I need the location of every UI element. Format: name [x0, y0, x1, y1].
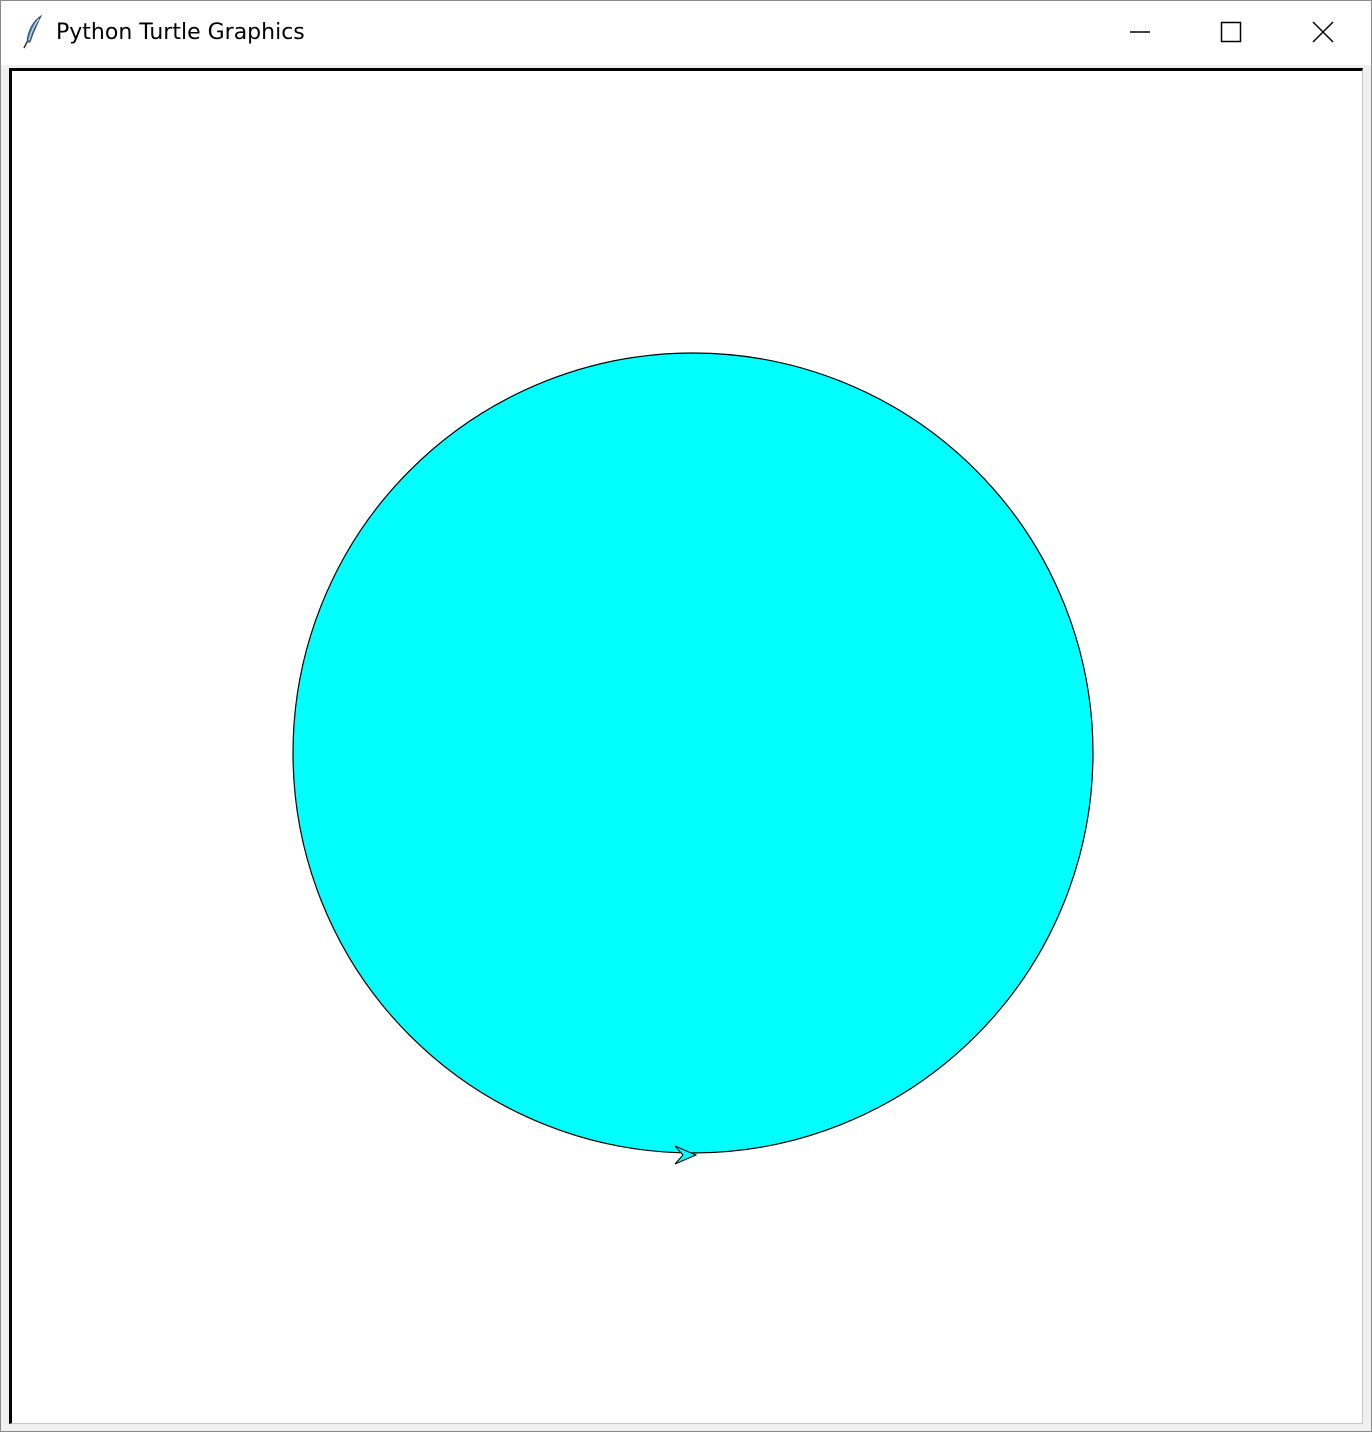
filled-circle: [292, 352, 1094, 1154]
minimize-button[interactable]: [1094, 1, 1186, 63]
maximize-button[interactable]: [1185, 1, 1277, 63]
minimize-icon: [1130, 31, 1150, 33]
window-bottom-edge: [1, 1425, 1371, 1431]
title-bar[interactable]: Python Turtle Graphics: [1, 1, 1371, 65]
maximize-icon: [1220, 21, 1242, 43]
turtle-window: Python Turtle Graphics: [0, 0, 1372, 1432]
turtle-canvas[interactable]: [9, 68, 1363, 1424]
close-button[interactable]: [1277, 1, 1369, 63]
feather-icon: [23, 15, 43, 49]
drawing-surface: [292, 352, 1094, 1165]
close-icon: [1312, 21, 1334, 43]
window-title: Python Turtle Graphics: [56, 20, 305, 45]
